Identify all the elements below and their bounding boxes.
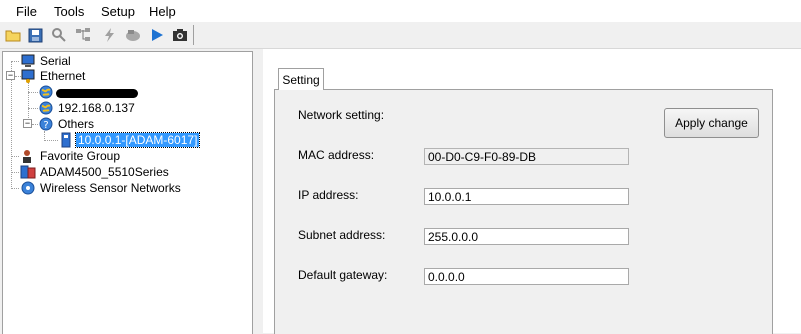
globe-icon bbox=[38, 100, 54, 116]
subnet-address-label: Subnet address: bbox=[298, 228, 386, 242]
terminal-icon[interactable] bbox=[124, 26, 142, 44]
network-icon[interactable] bbox=[74, 26, 92, 44]
device-stack-icon bbox=[20, 164, 36, 180]
play-icon[interactable] bbox=[148, 26, 166, 44]
computer-icon bbox=[20, 53, 36, 69]
network-setting-label: Network setting: bbox=[298, 108, 385, 122]
tree-node-adam4500[interactable]: ADAM4500_5510Series bbox=[20, 164, 171, 180]
svg-text:?: ? bbox=[43, 120, 48, 131]
device-module-icon bbox=[58, 132, 74, 148]
mac-address-label: MAC address: bbox=[298, 148, 375, 162]
ip-address-field[interactable]: 10.0.0.1 bbox=[424, 188, 629, 205]
menu-setup[interactable]: Setup bbox=[101, 4, 135, 19]
menu-help[interactable]: Help bbox=[149, 4, 176, 19]
tree-node-192-168-0-137[interactable]: 192.168.0.137 bbox=[38, 100, 137, 116]
computer-network-icon bbox=[20, 68, 36, 84]
tree-node-favorite-group[interactable]: Favorite Group bbox=[20, 148, 122, 164]
tree-node-adam-6017[interactable]: 10.0.0.1-[ADAM-6017] bbox=[58, 132, 201, 148]
tree-node-ethernet[interactable]: Ethernet bbox=[20, 68, 87, 84]
search-icon[interactable] bbox=[50, 26, 68, 44]
unknown-globe-icon: ? bbox=[38, 116, 54, 132]
globe-icon bbox=[38, 84, 54, 100]
tab-setting[interactable]: Setting bbox=[278, 68, 324, 90]
tree-node-others[interactable]: ? Others bbox=[38, 116, 96, 132]
menu-file[interactable]: File bbox=[16, 4, 37, 19]
tree-node-wireless[interactable]: Wireless Sensor Networks bbox=[20, 180, 183, 196]
others-collapse-toggle[interactable]: − bbox=[23, 119, 32, 128]
save-icon[interactable] bbox=[26, 26, 44, 44]
pane-splitter[interactable] bbox=[253, 49, 263, 333]
default-gateway-field[interactable]: 0.0.0.0 bbox=[424, 268, 629, 285]
toolbar bbox=[0, 22, 801, 49]
toolbar-separator bbox=[193, 25, 194, 45]
redacted-label bbox=[56, 89, 138, 98]
camera-icon[interactable] bbox=[171, 26, 189, 44]
ethernet-collapse-toggle[interactable]: − bbox=[6, 71, 15, 80]
menu-tools[interactable]: Tools bbox=[54, 4, 84, 19]
default-gateway-label: Default gateway: bbox=[298, 268, 388, 282]
menu-bar: File Tools Setup Help bbox=[0, 0, 801, 22]
lightning-icon[interactable] bbox=[100, 26, 118, 44]
open-folder-icon[interactable] bbox=[4, 26, 22, 44]
subnet-address-field[interactable]: 255.0.0.0 bbox=[424, 228, 629, 245]
tree-node-serial[interactable]: Serial bbox=[20, 53, 73, 69]
mac-address-field: 00-D0-C9-F0-89-DB bbox=[424, 148, 629, 165]
person-group-icon bbox=[20, 148, 36, 164]
tree-node-redacted-host[interactable] bbox=[38, 84, 56, 100]
ip-address-label: IP address: bbox=[298, 188, 359, 202]
wireless-icon bbox=[20, 180, 36, 196]
apply-change-button[interactable]: Apply change bbox=[664, 108, 759, 138]
